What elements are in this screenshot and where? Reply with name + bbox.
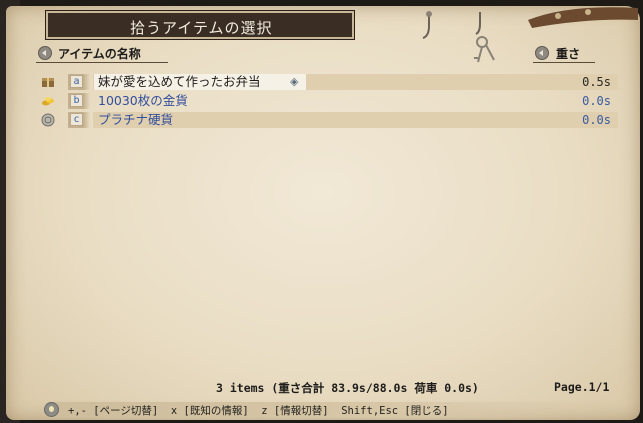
- column-header-weight: 重さ: [556, 47, 581, 61]
- keys-icon: [474, 12, 495, 63]
- column-header-underline: [533, 62, 595, 63]
- item-weight: 0.0s: [582, 113, 611, 127]
- item-name: 10030枚の金貨: [98, 93, 188, 108]
- column-header-underline: [36, 62, 168, 63]
- title-plate: 拾うアイテムの選択: [46, 11, 354, 39]
- sort-name-button[interactable]: [38, 46, 52, 60]
- belt-icon: [528, 7, 638, 28]
- item-key: a: [68, 74, 90, 90]
- lunchbox-icon: [41, 75, 55, 89]
- item-selection-window: 拾うアイテムの選択 アイテムの名称 重さ a 妹が愛を込めて作ったお弁当 ◈ 0…: [6, 6, 640, 420]
- item-row[interactable]: a 妹が愛を込めて作ったお弁当 ◈ 0.5s: [39, 74, 620, 90]
- item-key-letter: c: [70, 113, 83, 126]
- hook-icon: [422, 11, 432, 39]
- platinum-coin-icon: [41, 113, 55, 127]
- item-name: 妹が愛を込めて作ったお弁当: [98, 74, 261, 89]
- item-name: プラチナ硬貨: [98, 112, 174, 127]
- item-key: c: [68, 112, 90, 128]
- item-row[interactable]: c プラチナ硬貨 0.0s: [39, 112, 620, 128]
- gold-coins-icon: [41, 94, 55, 108]
- item-weight: 0.5s: [582, 75, 611, 89]
- item-row[interactable]: b 10030枚の金貨 0.0s: [39, 93, 620, 109]
- item-key-letter: b: [70, 94, 83, 107]
- column-header-name: アイテムの名称: [58, 47, 141, 61]
- help-bar: +,- [ページ切替] x [既知の情報] z [情報切替] Shift,Esc…: [41, 400, 626, 420]
- sort-weight-button[interactable]: [535, 46, 549, 60]
- marked-diamond-icon: ◈: [290, 75, 299, 88]
- weight-summary: 3 items (重さ合計 83.9s/88.0s 荷車 0.0s): [216, 381, 479, 395]
- item-key: b: [68, 93, 90, 109]
- item-key-letter: a: [70, 75, 83, 88]
- window-title: 拾うアイテムの選択: [130, 19, 273, 37]
- hint-bulb-icon: [44, 402, 59, 417]
- item-weight: 0.0s: [582, 94, 611, 108]
- page-indicator: Page.1/1: [554, 380, 610, 394]
- help-text: +,- [ページ切替] x [既知の情報] z [情報切替] Shift,Esc…: [68, 405, 449, 417]
